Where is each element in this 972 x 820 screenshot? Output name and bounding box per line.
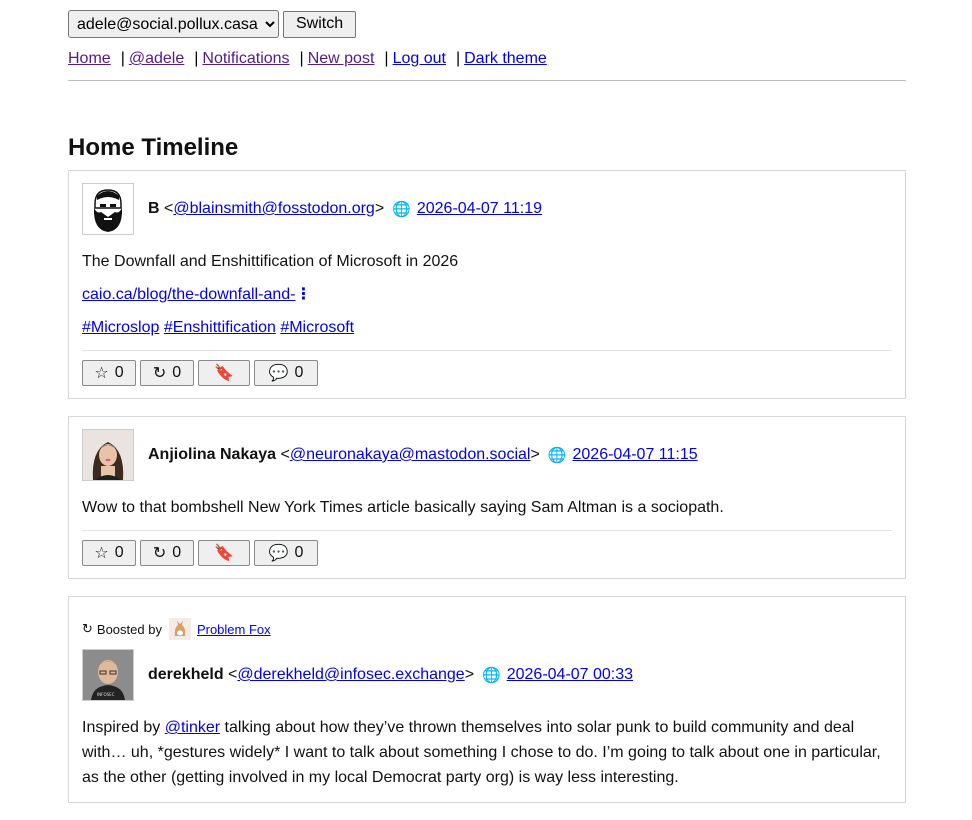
post-card: Anjiolina Nakaya < @neuronakaya@mastodon.… bbox=[68, 416, 906, 579]
favourite-count: 0 bbox=[114, 364, 124, 381]
reply-count: 0 bbox=[294, 544, 304, 561]
bookmark-icon: 🔖 bbox=[214, 365, 234, 382]
post-handle[interactable]: @blainsmith@fosstodon.org bbox=[173, 200, 374, 218]
bearded-face-avatar-icon bbox=[83, 184, 133, 234]
post-timestamp[interactable]: 2026-04-07 11:15 bbox=[573, 446, 698, 464]
main-nav: Home | @adele | Notifications | New post | Log o… bbox=[68, 49, 906, 69]
hashtag-link[interactable]: #Microslop bbox=[82, 319, 159, 336]
nav-notifications[interactable]: Notifications bbox=[202, 50, 289, 67]
post-content: Inspired by @tinker talking about how th… bbox=[82, 715, 892, 790]
post-header: INFOSEC derekheld < @derekheld@infosec.ex… bbox=[82, 649, 892, 701]
account-select[interactable]: adele@social.pollux.casa bbox=[68, 10, 279, 38]
bookmark-icon: 🔖 bbox=[214, 545, 234, 562]
nav-separator: | bbox=[299, 50, 304, 67]
post-timestamp[interactable]: 2026-04-07 11:19 bbox=[417, 200, 542, 218]
reply-icon: 💬 bbox=[268, 365, 289, 382]
nav-separator: | bbox=[384, 50, 389, 67]
star-icon: ☆ bbox=[94, 365, 109, 382]
handle-close-bracket: > bbox=[374, 200, 385, 217]
star-icon: ☆ bbox=[94, 545, 109, 562]
page: adele@social.pollux.casa Switch Home | @ad… bbox=[68, 10, 906, 820]
page-title: Home Timeline bbox=[68, 134, 239, 161]
boost-icon: ↻ bbox=[152, 365, 167, 382]
post-text: Wow to that bombshell New York Times art… bbox=[82, 499, 724, 516]
reply-button[interactable]: 💬 0 bbox=[254, 360, 318, 386]
post-header: B < @blainsmith@fosstodon.org > 🌐 2026-04-… bbox=[82, 183, 892, 235]
post-text: Inspired by @tinker talking about how th… bbox=[82, 715, 892, 790]
more-icon[interactable]: ⋮ bbox=[295, 286, 311, 303]
avatar[interactable] bbox=[82, 183, 134, 235]
boosted-by: ↻ Boosted by Problem Fox bbox=[82, 618, 892, 640]
woman-portrait-avatar-icon bbox=[83, 430, 133, 480]
favourite-count: 0 bbox=[114, 544, 124, 561]
handle-close-bracket: > bbox=[530, 446, 540, 463]
post-author: derekheld bbox=[148, 666, 224, 683]
account-switcher: adele@social.pollux.casa Switch bbox=[68, 10, 906, 38]
post-actions: ☆ 0 ↻ 0 🔖 💬 0 bbox=[82, 530, 892, 566]
boost-count: 0 bbox=[172, 544, 182, 561]
favourite-button[interactable]: ☆ 0 bbox=[82, 360, 136, 386]
globe-icon: 🌐 bbox=[482, 667, 501, 684]
globe-icon: 🌐 bbox=[392, 201, 411, 218]
post-actions: ☆ 0 ↻ 0 🔖 💬 0 bbox=[82, 350, 892, 386]
bookmark-button[interactable]: 🔖 bbox=[198, 540, 250, 566]
man-portrait-avatar-icon: INFOSEC bbox=[83, 650, 133, 700]
nav-dark-theme[interactable]: Dark theme bbox=[464, 50, 547, 67]
nav-separator: | bbox=[194, 50, 199, 67]
post-handle[interactable]: @derekheld@infosec.exchange bbox=[237, 666, 464, 684]
post-content: Wow to that bombshell New York Times art… bbox=[82, 495, 892, 520]
bookmark-button[interactable]: 🔖 bbox=[198, 360, 250, 386]
boost-icon: ↻ bbox=[82, 621, 93, 636]
favourite-button[interactable]: ☆ 0 bbox=[82, 540, 136, 566]
boost-icon: ↻ bbox=[152, 545, 167, 562]
avatar[interactable]: INFOSEC bbox=[82, 649, 134, 701]
handle-open-bracket: < bbox=[228, 666, 238, 683]
hashtag-link[interactable]: #Microsoft bbox=[280, 319, 354, 336]
nav-new-post[interactable]: New post bbox=[308, 50, 375, 67]
nav-logout[interactable]: Log out bbox=[393, 50, 446, 67]
post-link[interactable]: caio.ca/blog/the-downfall-and- bbox=[82, 286, 295, 303]
boosted-by-label: Boosted by bbox=[96, 621, 162, 637]
globe-icon: 🌐 bbox=[547, 447, 567, 464]
svg-text:INFOSEC: INFOSEC bbox=[97, 692, 115, 697]
post-timestamp[interactable]: 2026-04-07 00:33 bbox=[507, 666, 633, 684]
reply-count: 0 bbox=[294, 364, 304, 381]
post-handle[interactable]: @neuronakaya@mastodon.social bbox=[290, 446, 531, 464]
post-text: The Downfall and Enshittification of Mic… bbox=[82, 253, 459, 270]
post-header: Anjiolina Nakaya < @neuronakaya@mastodon.… bbox=[82, 429, 892, 481]
nav-separator: | bbox=[120, 50, 125, 67]
mention-link[interactable]: @tinker bbox=[165, 719, 220, 736]
post-tags: #Microslop #Enshittification #Microsoft bbox=[82, 315, 892, 340]
hashtag-link[interactable]: #Enshittification bbox=[164, 319, 276, 336]
reply-icon: 💬 bbox=[268, 545, 289, 562]
handle-open-bracket: < bbox=[164, 200, 174, 217]
boost-count: 0 bbox=[172, 364, 182, 381]
reply-button[interactable]: 💬 0 bbox=[254, 540, 318, 566]
nav-divider bbox=[68, 80, 906, 81]
fox-avatar-icon[interactable] bbox=[168, 618, 191, 640]
boost-button[interactable]: ↻ 0 bbox=[140, 540, 194, 566]
nav-home[interactable]: Home bbox=[68, 50, 111, 67]
nav-separator: | bbox=[455, 50, 461, 67]
boost-button[interactable]: ↻ 0 bbox=[140, 360, 194, 386]
switch-button[interactable]: Switch bbox=[283, 10, 357, 38]
post-content: The Downfall and Enshittification of Mic… bbox=[82, 249, 892, 340]
handle-close-bracket: > bbox=[464, 666, 475, 683]
avatar[interactable] bbox=[82, 429, 134, 481]
post-card: ↻ Boosted by Problem Fox INFOSEC derekhe… bbox=[68, 596, 906, 803]
post-card: B < @blainsmith@fosstodon.org > 🌐 2026-04-… bbox=[68, 170, 906, 399]
post-author: B bbox=[148, 200, 160, 217]
nav-profile[interactable]: @adele bbox=[129, 50, 184, 67]
booster-link[interactable]: Problem Fox bbox=[197, 622, 271, 637]
handle-open-bracket: < bbox=[280, 446, 290, 463]
post-text-start: Inspired by bbox=[82, 719, 165, 736]
post-author: Anjiolina Nakaya bbox=[148, 446, 277, 463]
